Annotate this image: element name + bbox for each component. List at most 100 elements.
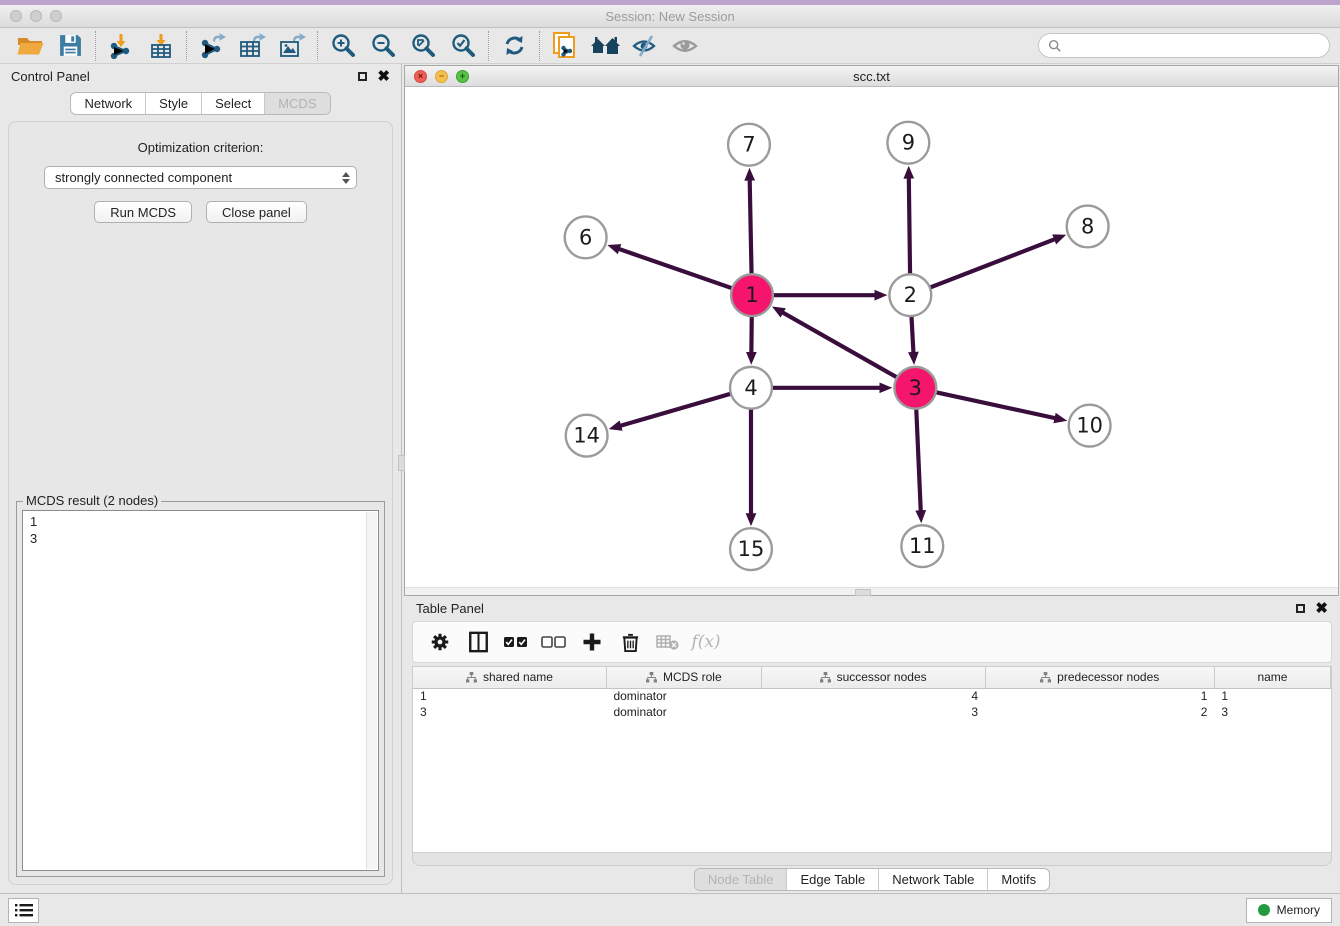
minimize-window-button[interactable]: [30, 10, 42, 22]
export-image-button[interactable]: [272, 30, 312, 62]
optimization-criterion-select[interactable]: strongly connected component: [44, 166, 357, 189]
select-all-columns-button[interactable]: [497, 625, 535, 659]
graph-edge-2-8[interactable]: [928, 239, 1055, 288]
tab-motifs[interactable]: Motifs: [988, 869, 1049, 890]
tab-node-table[interactable]: Node Table: [695, 869, 788, 890]
import-network-button[interactable]: [101, 30, 141, 62]
cybrowser-home-button[interactable]: [585, 30, 625, 62]
run-mcds-button[interactable]: Run MCDS: [94, 201, 192, 223]
column-header-predecessor-nodes[interactable]: predecessor nodes: [985, 667, 1214, 688]
zoom-selected-icon: [450, 32, 477, 59]
refresh-icon: [501, 32, 528, 59]
graph-edge-2-3[interactable]: [911, 314, 913, 353]
tab-edge-table[interactable]: Edge Table: [787, 869, 879, 890]
column-type-icon: [820, 672, 831, 683]
mcds-result-area[interactable]: 1 3: [22, 510, 379, 871]
graph-edge-2-9[interactable]: [909, 178, 910, 277]
float-panel-icon[interactable]: [358, 72, 367, 81]
search-input[interactable]: [1067, 38, 1320, 53]
hide-panels-button[interactable]: [625, 30, 665, 62]
open-session-button[interactable]: [10, 30, 50, 62]
select-stepper-icon: [342, 172, 350, 184]
column-header-name[interactable]: name: [1214, 667, 1330, 688]
close-panel-button[interactable]: Close panel: [206, 201, 307, 223]
tab-network[interactable]: Network: [71, 93, 146, 114]
float-table-panel-icon[interactable]: [1296, 604, 1305, 613]
tab-style[interactable]: Style: [146, 93, 202, 114]
refresh-layout-button[interactable]: [494, 30, 534, 62]
table-tabs: Node Table Edge Table Network Table Moti…: [404, 866, 1340, 893]
close-panel-icon[interactable]: ✖: [377, 69, 390, 84]
zoom-selected-button[interactable]: [443, 30, 483, 62]
save-icon: [58, 33, 83, 58]
network-from-table-icon: [551, 31, 579, 60]
function-builder-button[interactable]: f(x): [687, 625, 725, 659]
graph-edge-4-14[interactable]: [620, 393, 733, 426]
unselect-all-columns-button[interactable]: [535, 625, 573, 659]
optimization-criterion-label: Optimization criterion:: [15, 140, 386, 155]
column-type-icon: [646, 672, 657, 683]
columns-icon: [468, 631, 489, 653]
import-network-icon: [108, 32, 135, 59]
close-table-panel-icon[interactable]: ✖: [1315, 601, 1328, 616]
status-bar: Memory: [0, 893, 1340, 926]
mcds-result-title: MCDS result (2 nodes): [23, 493, 161, 508]
export-table-button[interactable]: [232, 30, 272, 62]
horizontal-splitter-handle[interactable]: [855, 589, 871, 596]
tab-network-table[interactable]: Network Table: [879, 869, 988, 890]
graph-edge-3-10[interactable]: [934, 392, 1056, 418]
import-table-button[interactable]: [141, 30, 181, 62]
toolbar-separator: [488, 31, 489, 61]
list-icon: [15, 903, 33, 918]
maximize-window-button[interactable]: [50, 10, 62, 22]
graph-edge-3-11[interactable]: [916, 407, 921, 512]
column-type-icon: [466, 672, 477, 683]
zoom-out-button[interactable]: [363, 30, 403, 62]
mcds-result-box: MCDS result (2 nodes) 1 3: [16, 501, 385, 877]
save-session-button[interactable]: [50, 30, 90, 62]
control-panel: Control Panel ✖ Network Style Select MCD…: [0, 64, 402, 893]
export-network-button[interactable]: [192, 30, 232, 62]
memory-status-icon: [1258, 904, 1270, 916]
network-minimize-button[interactable]: −: [435, 70, 448, 83]
delete-column-button[interactable]: [611, 625, 649, 659]
eye-slash-icon: [631, 33, 660, 59]
control-panel-tabs: Network Style Select MCDS: [0, 92, 401, 115]
close-window-button[interactable]: [10, 10, 22, 22]
toolbar-separator: [95, 31, 96, 61]
zoom-out-icon: [370, 32, 397, 59]
show-columns-button[interactable]: [459, 625, 497, 659]
result-line: 3: [30, 530, 371, 547]
table-row[interactable]: 3 dominator 3 2 3: [413, 704, 1331, 720]
zoom-fit-button[interactable]: [403, 30, 443, 62]
graph-node-label-14: 14: [573, 424, 600, 448]
tab-mcds[interactable]: MCDS: [265, 93, 329, 114]
memory-button[interactable]: Memory: [1246, 898, 1332, 923]
graph-edge-1-6[interactable]: [619, 249, 735, 289]
task-history-button[interactable]: [8, 898, 39, 923]
column-header-shared-name[interactable]: shared name: [413, 667, 606, 688]
houses-icon: [590, 33, 621, 59]
network-hscrollbar[interactable]: [405, 587, 1338, 595]
delete-table-button[interactable]: [649, 625, 687, 659]
result-scrollbar[interactable]: [366, 512, 377, 869]
export-table-icon: [238, 32, 266, 59]
graph-edge-3-1[interactable]: [782, 312, 899, 378]
network-maximize-button[interactable]: +: [456, 70, 469, 83]
toolbar-separator: [186, 31, 187, 61]
table-row[interactable]: 1 dominator 4 1 1: [413, 688, 1331, 704]
zoom-in-button[interactable]: [323, 30, 363, 62]
show-panels-button[interactable]: [665, 30, 705, 62]
graph-node-label-2: 2: [904, 283, 917, 307]
network-window-controls: × − +: [414, 70, 469, 83]
tab-select[interactable]: Select: [202, 93, 265, 114]
vertical-splitter-handle[interactable]: [398, 455, 405, 471]
column-header-mcds-role[interactable]: MCDS role: [606, 667, 761, 688]
column-header-successor-nodes[interactable]: successor nodes: [761, 667, 985, 688]
column-settings-button[interactable]: [421, 625, 459, 659]
network-close-button[interactable]: ×: [414, 70, 427, 83]
network-from-table-button[interactable]: [545, 30, 585, 62]
add-column-button[interactable]: [573, 625, 611, 659]
network-canvas[interactable]: 1234678910111415: [405, 87, 1338, 587]
graph-edge-1-7[interactable]: [750, 180, 752, 277]
